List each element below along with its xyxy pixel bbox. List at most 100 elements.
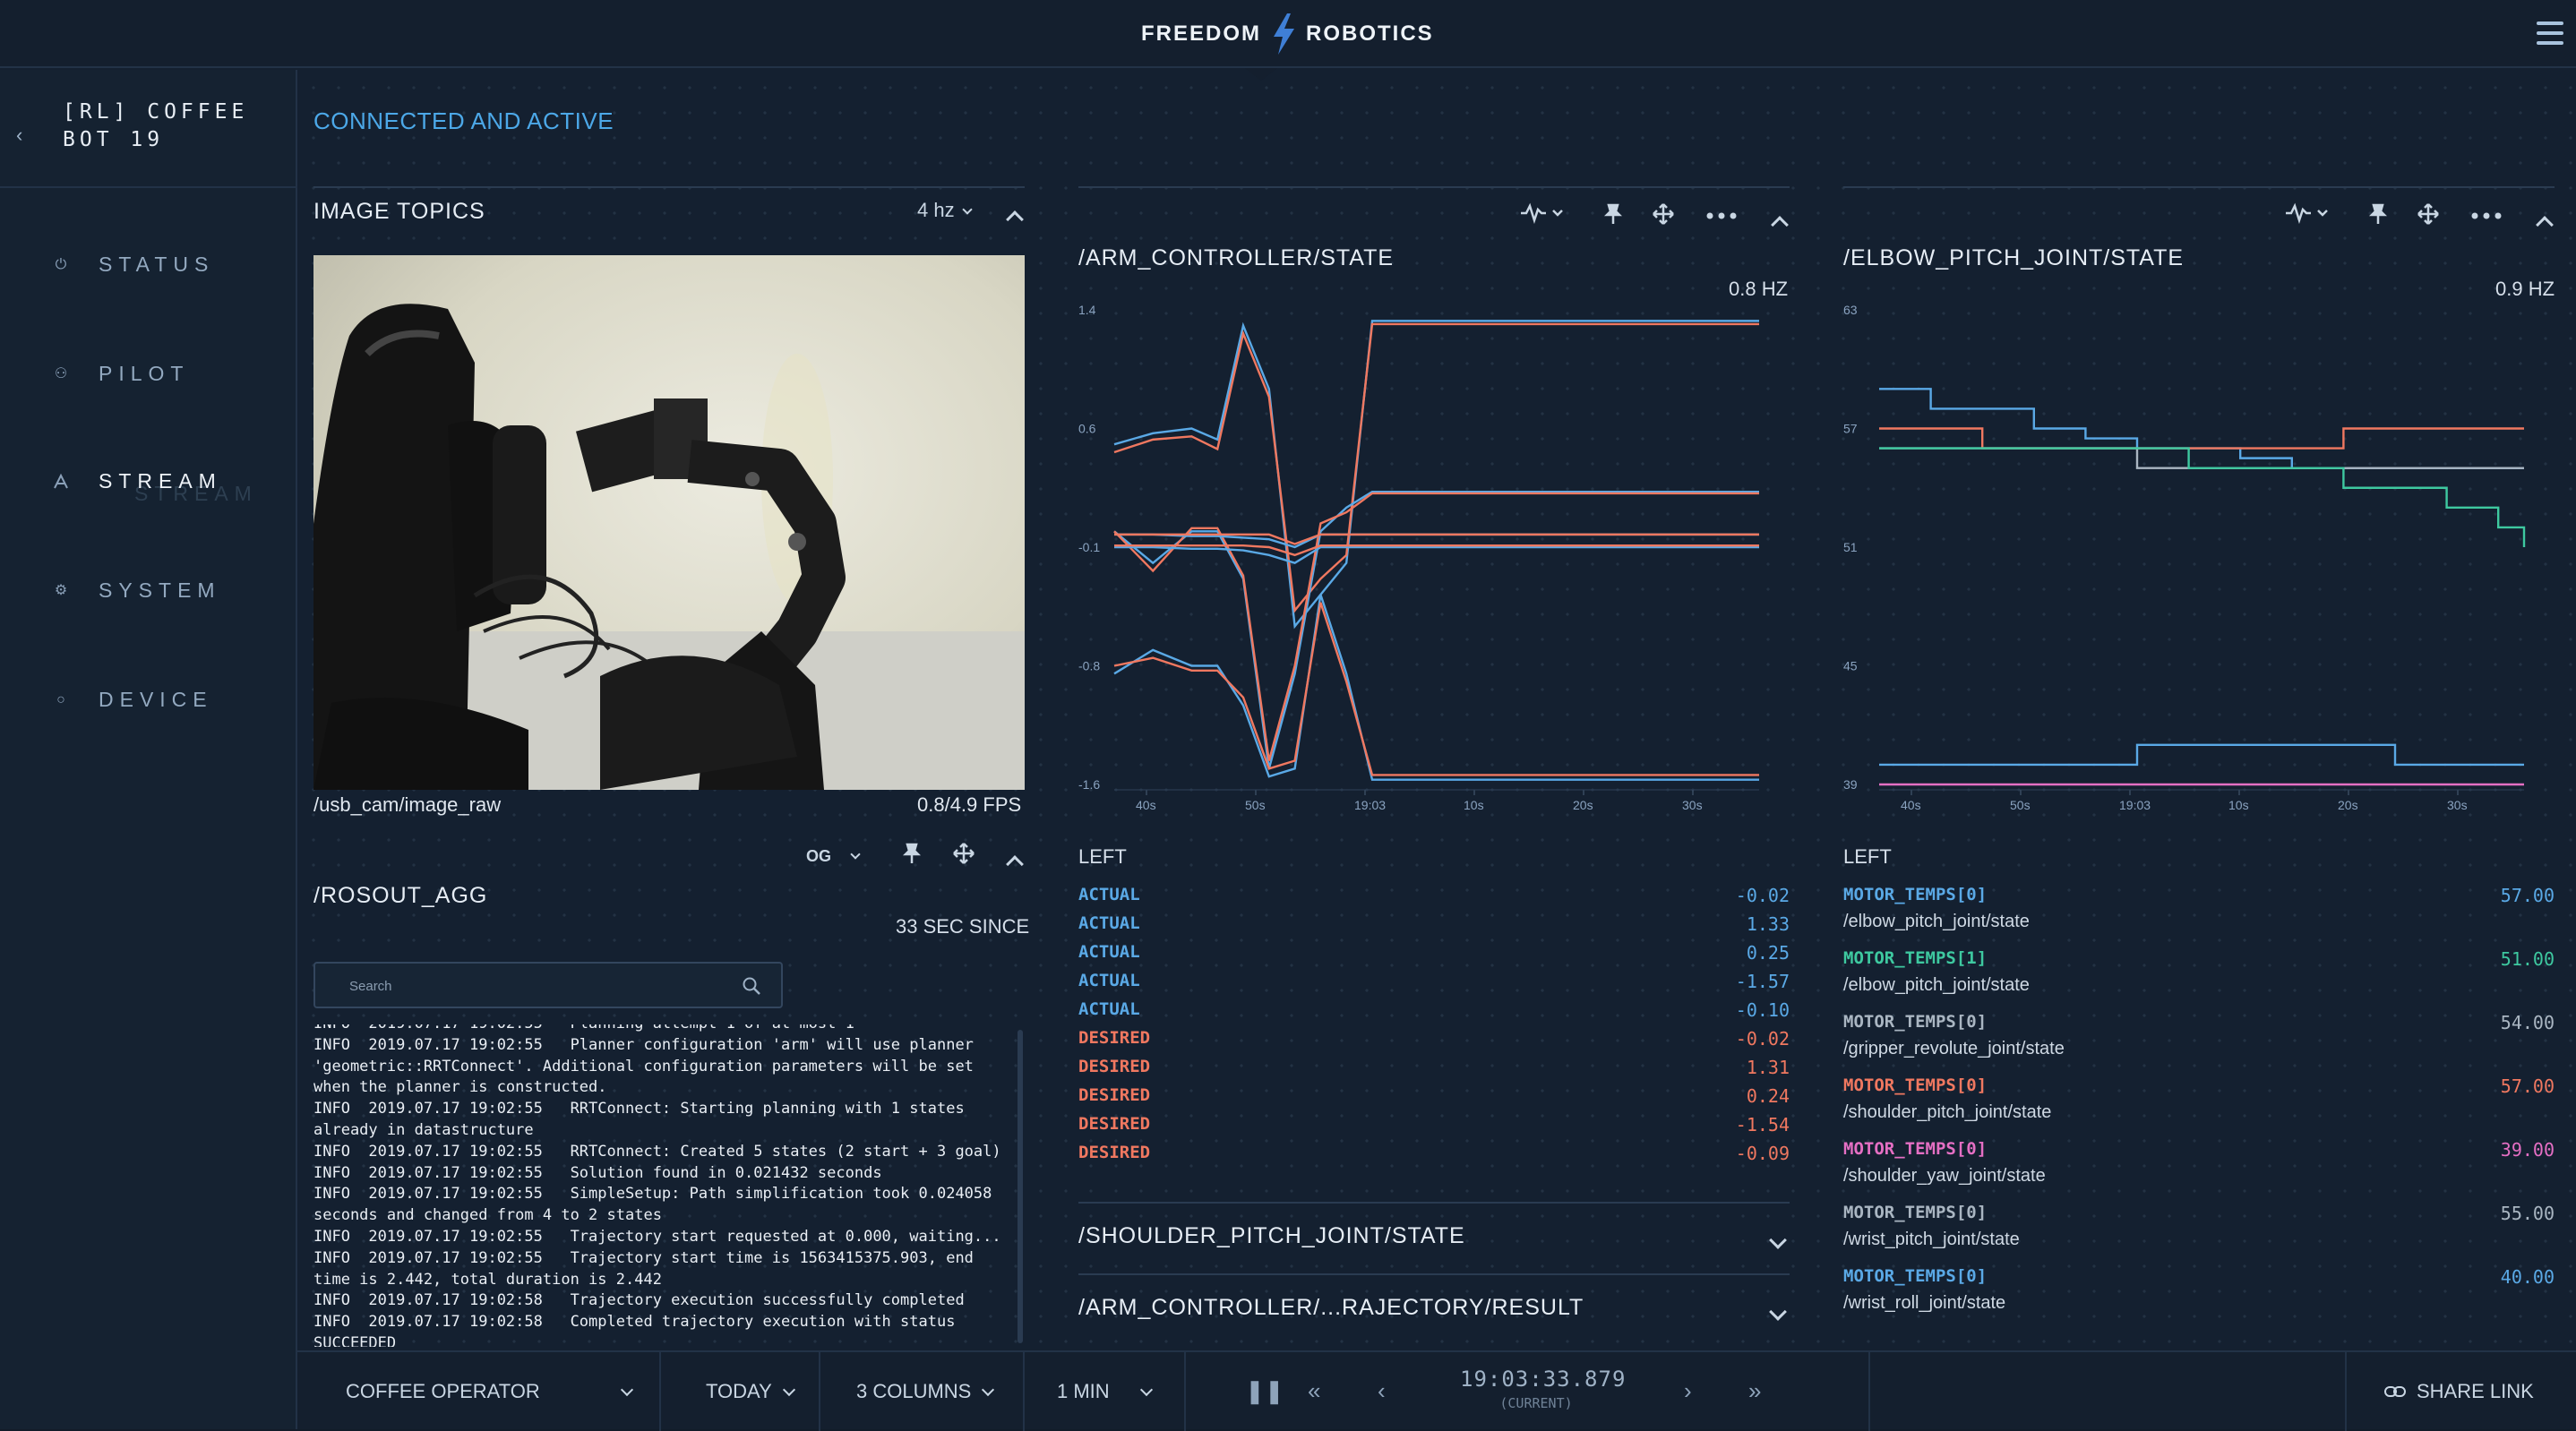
sidebar-item-status[interactable]: ⏻ STATUS [0, 238, 297, 292]
collapse-image-panel-button[interactable] [1006, 208, 1024, 231]
y-tick-label: 51 [1843, 540, 1858, 554]
step-forward-icon[interactable]: › [1684, 1377, 1692, 1405]
pin-icon[interactable] [1601, 202, 1625, 226]
operator-label: COFFEE OPERATOR [346, 1380, 540, 1402]
sidebar-item-device[interactable]: ○ DEVICE [0, 673, 297, 727]
more-options-icon[interactable] [2470, 211, 2503, 220]
chevron-left-icon[interactable]: ‹ [16, 124, 22, 147]
sidebar-item-stream[interactable]: STREAM STREAM [0, 455, 297, 509]
y-tick-label: -0.8 [1078, 659, 1100, 673]
window-dropdown[interactable]: 1 MIN [1025, 1352, 1186, 1431]
legend-value: -0.09 [1735, 1143, 1790, 1164]
hamburger-menu-icon[interactable] [2537, 21, 2563, 45]
chevron-down-icon [782, 1383, 795, 1397]
legend-label: MOTOR_TEMPS[0] [1843, 1203, 1988, 1222]
x-tick-label: 19:03 [1354, 798, 1386, 812]
rate-dropdown[interactable]: 4 hz [917, 199, 973, 222]
pause-icon[interactable]: ❚❚ [1245, 1377, 1284, 1405]
chevron-down-icon [850, 849, 861, 860]
fast-forward-icon[interactable]: » [1748, 1377, 1761, 1405]
legend-value: 57.00 [2500, 885, 2555, 906]
legend-label: DESIRED [1078, 1114, 1151, 1134]
more-options-icon[interactable] [1705, 211, 1738, 220]
share-link-button[interactable]: SHARE LINK [2384, 1352, 2534, 1431]
search-input[interactable] [349, 976, 726, 996]
rewind-icon[interactable]: « [1308, 1377, 1320, 1405]
y-tick-label: -0.1 [1078, 540, 1100, 554]
move-icon[interactable] [2417, 202, 2440, 226]
top-bar: FREEDOM ROBOTICS [0, 0, 2576, 68]
divider [2345, 1352, 2347, 1431]
legend-topic: /elbow_pitch_joint/state [1843, 912, 2030, 931]
legend-label: DESIRED [1078, 1085, 1151, 1105]
legend-label: MOTOR_TEMPS[0] [1843, 1266, 1988, 1286]
expand-shoulder-panel-button[interactable] [1769, 1229, 1787, 1252]
log-search-box [313, 962, 783, 1008]
expand-trajectory-panel-button[interactable] [1769, 1300, 1787, 1324]
pin-icon[interactable] [2366, 202, 2390, 226]
legend-label: ACTUAL [1078, 885, 1140, 904]
chart-type-icon[interactable] [1519, 202, 1564, 224]
move-icon[interactable] [1652, 202, 1675, 226]
x-tick-label: 20s [2338, 798, 2358, 812]
legend-value: 40.00 [2500, 1266, 2555, 1288]
rosout-since: 33 SEC SINCE [896, 915, 1030, 938]
search-icon[interactable] [742, 976, 761, 996]
x-tick-label: 40s [1136, 798, 1156, 812]
chevron-up-icon [1006, 855, 1024, 873]
divider [1868, 1352, 1870, 1431]
log-scrollbar[interactable] [1018, 1030, 1023, 1343]
chevron-up-icon [1771, 216, 1789, 234]
range-dropdown[interactable]: TODAY [661, 1352, 820, 1431]
pilot-icon: ⚇ [54, 366, 68, 381]
sidebar-item-pilot[interactable]: ⚇ PILOT [0, 347, 297, 401]
legend-value: 55.00 [2500, 1203, 2555, 1224]
arm-legend-title: LEFT [1078, 845, 1127, 868]
legend-value: 51.00 [2500, 948, 2555, 970]
legend-value: -0.02 [1735, 1028, 1790, 1050]
chart-type-icon[interactable] [2284, 202, 2329, 224]
trajectory-result-panel-title[interactable]: /ARM_CONTROLLER/...RAJECTORY/RESULT [1078, 1295, 1584, 1321]
log-level-dropdown[interactable]: OG [806, 847, 861, 866]
collapse-rosout-button[interactable] [1006, 853, 1024, 876]
legend-topic: /shoulder_pitch_joint/state [1843, 1102, 2052, 1122]
log-line: INFO 2019.07.17 19:02:55 SimpleSetup: Pa… [313, 1185, 1001, 1225]
move-icon[interactable] [952, 842, 975, 865]
x-tick-label: 50s [1245, 798, 1266, 812]
sidebar-item-label: STREAM [99, 469, 222, 493]
legend-topic: /gripper_revolute_joint/state [1843, 1039, 2065, 1058]
current-time-label: (CURRENT) [1499, 1395, 1573, 1411]
legend-value: 54.00 [2500, 1012, 2555, 1033]
chevron-up-icon [2536, 216, 2554, 234]
log-line: INFO 2019.07.17 19:02:55 Planning attemp… [313, 1024, 1019, 1035]
step-back-icon[interactable]: ‹ [1378, 1377, 1386, 1405]
legend-label: MOTOR_TEMPS[0] [1843, 1012, 1988, 1032]
stream-icon [52, 473, 70, 491]
x-tick-label: 10s [2228, 798, 2249, 812]
columns-dropdown[interactable]: 3 COLUMNS [820, 1352, 1025, 1431]
columns-label: 3 COLUMNS [856, 1380, 972, 1402]
sidebar-item-label: PILOT [99, 362, 190, 385]
bottom-bar: COFFEE OPERATOR TODAY 3 COLUMNS 1 MIN ❚❚… [297, 1350, 2576, 1431]
legend-label: DESIRED [1078, 1028, 1151, 1048]
operator-dropdown[interactable]: COFFEE OPERATOR [297, 1352, 661, 1431]
legend-value: 1.33 [1746, 913, 1790, 935]
series-line [1113, 490, 1759, 769]
chevron-down-icon [620, 1383, 633, 1397]
image-fps: 0.8/4.9 FPS [917, 793, 1022, 816]
image-topic-name: /usb_cam/image_raw [313, 793, 502, 816]
collapse-elbow-panel-button[interactable] [2536, 213, 2554, 236]
series-line [1114, 545, 1759, 564]
elbow-pitch-chart: 63 57 51 45 39 40s 50s 19:03 10s 20s 30s [1843, 303, 2526, 812]
chevron-down-icon [1139, 1383, 1153, 1397]
divider [1843, 186, 2555, 188]
pin-icon[interactable] [900, 842, 923, 865]
share-link-label: SHARE LINK [2417, 1380, 2534, 1402]
sidebar-item-system[interactable]: ⚙ SYSTEM [0, 564, 297, 618]
shoulder-pitch-panel-title[interactable]: /SHOULDER_PITCH_JOINT/STATE [1078, 1223, 1465, 1249]
divider [1078, 1273, 1790, 1275]
legend-label: ACTUAL [1078, 913, 1140, 933]
log-output: INFO 2019.07.17 19:02:55 Planning attemp… [313, 1024, 1019, 1347]
x-tick-label: 10s [1464, 798, 1484, 812]
collapse-arm-panel-button[interactable] [1771, 213, 1789, 236]
